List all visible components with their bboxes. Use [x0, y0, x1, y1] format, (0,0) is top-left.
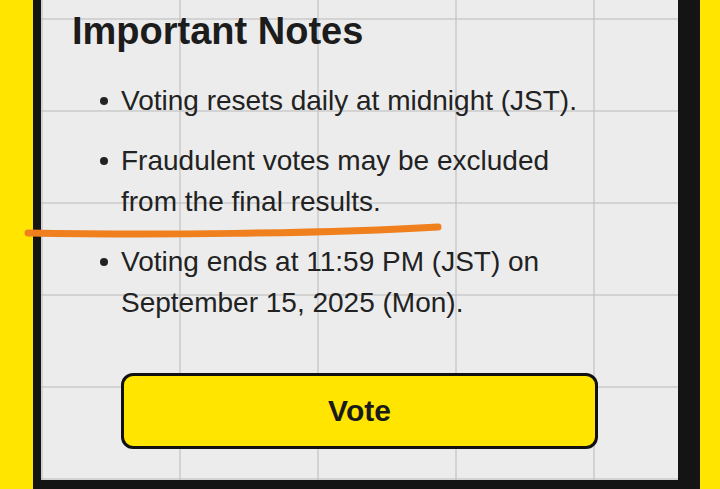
frame: Important Notes Voting resets daily at mi… — [33, 0, 700, 489]
vote-button[interactable]: Vote — [121, 373, 598, 449]
notes-panel: Important Notes Voting resets daily at mi… — [41, 0, 678, 480]
bullet — [100, 157, 108, 165]
note-text: Voting ends at 11:59 PM (JST) on Septemb… — [121, 241, 601, 323]
note-item: Voting resets daily at midnight (JST). — [100, 80, 658, 121]
underline-mark — [24, 222, 444, 238]
note-text: Fraudulent votes may be excluded from th… — [121, 140, 601, 222]
note-text: Voting resets daily at midnight (JST). — [121, 80, 601, 121]
bullet — [100, 258, 108, 266]
notes-list: Voting resets daily at midnight (JST). Fr… — [72, 80, 658, 323]
note-item: Voting ends at 11:59 PM (JST) on Septemb… — [100, 241, 658, 323]
note-item: Fraudulent votes may be excluded from th… — [100, 140, 658, 222]
notes-heading: Important Notes — [72, 8, 658, 54]
page: Important Notes Voting resets daily at mi… — [0, 0, 720, 489]
bullet — [100, 97, 108, 105]
